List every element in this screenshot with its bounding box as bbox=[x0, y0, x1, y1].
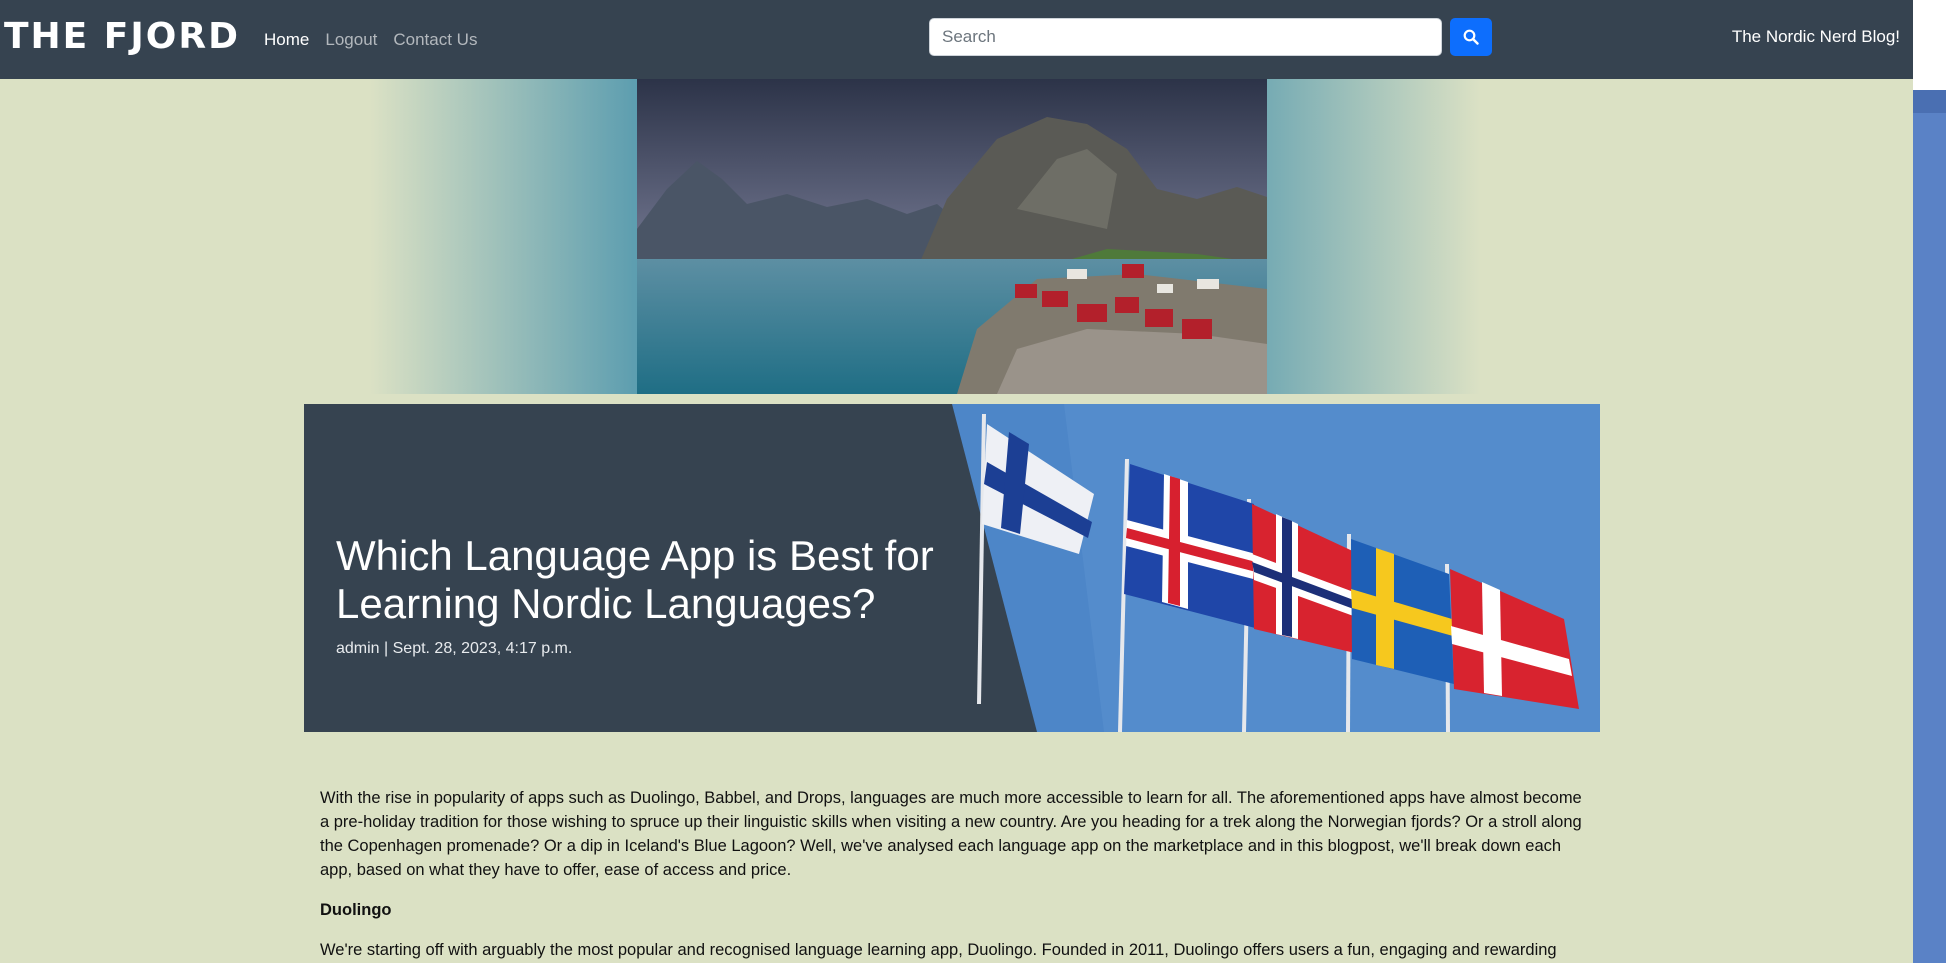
post-meta: admin | Sept. 28, 2023, 4:17 p.m. bbox=[336, 640, 573, 657]
brand-logo[interactable]: THE FJORD bbox=[4, 18, 240, 61]
featured-post-banner: Which Language App is Best for Learning … bbox=[304, 404, 1600, 732]
search-button[interactable] bbox=[1450, 18, 1492, 56]
hero-image bbox=[637, 79, 1267, 394]
nav-link-contact[interactable]: Contact Us bbox=[393, 30, 477, 50]
search-icon bbox=[1463, 29, 1479, 45]
post-intro: With the rise in popularity of apps such… bbox=[320, 789, 1582, 879]
nav-link-home[interactable]: Home bbox=[264, 30, 309, 50]
side-panel-tab[interactable] bbox=[1913, 90, 1946, 113]
side-panel bbox=[1913, 90, 1946, 963]
navbar: THE FJORD Home Logout Contact Us The Nor… bbox=[0, 0, 1913, 79]
side-panel-edge bbox=[1913, 0, 1946, 90]
nav-links: Home Logout Contact Us bbox=[264, 30, 477, 50]
post-body: With the rise in popularity of apps such… bbox=[320, 786, 1582, 963]
post-title: Which Language App is Best for Learning … bbox=[336, 532, 934, 627]
section-heading: Duolingo bbox=[320, 901, 392, 919]
section-text: We're starting off with arguably the mos… bbox=[320, 941, 1557, 959]
nav-link-logout[interactable]: Logout bbox=[325, 30, 377, 50]
blog-title: The Nordic Nerd Blog! bbox=[1731, 27, 1900, 46]
search-form bbox=[929, 18, 1492, 56]
search-input[interactable] bbox=[929, 18, 1442, 56]
